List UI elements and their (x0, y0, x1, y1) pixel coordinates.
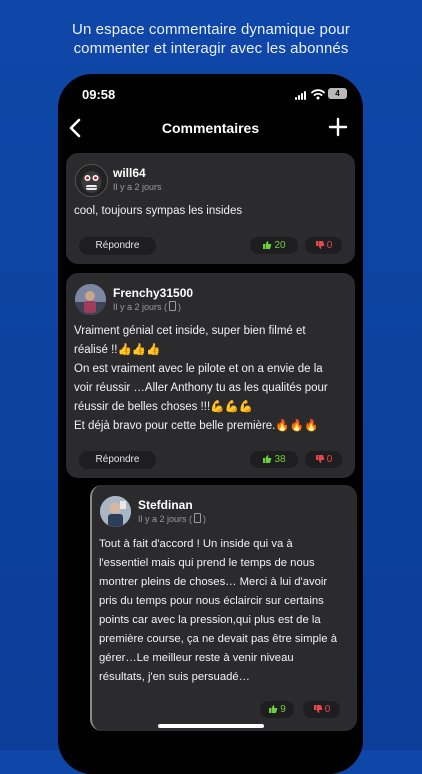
smartphone-icon (169, 301, 177, 311)
user-photo-icon (100, 496, 131, 527)
comment-line: On est vraiment avec le pilote et on a e… (74, 363, 323, 375)
comment-line: réussir de belles choses !!!💪💪💪 (74, 401, 254, 413)
comment-author[interactable]: will64 (113, 166, 146, 180)
promo-line-1: Un espace commentaire dynamique pour (72, 21, 350, 38)
gorilla-avatar-icon (76, 165, 107, 196)
avatar[interactable] (75, 284, 106, 315)
like-button[interactable]: 9 (260, 701, 294, 718)
comment-line: résultats, j'en suis persuadé… (99, 671, 250, 683)
promo-line-2: commenter et interagir avec les abonnés (73, 40, 349, 57)
home-indicator[interactable] (158, 724, 264, 728)
comment-line: montrer pleins de choses… Merci à lui d'… (99, 576, 328, 588)
page-title: Commentaires (161, 120, 260, 136)
comment-card: Frenchy31500 Il y a 2 jours () Vraiment … (66, 273, 355, 478)
thumbs-down-icon (313, 705, 323, 713)
thumbs-up-icon (269, 705, 278, 713)
comment-author[interactable]: Stefdinan (138, 498, 193, 512)
like-count: 20 (274, 240, 286, 251)
like-button[interactable]: 38 (250, 451, 298, 468)
dislike-count: 0 (324, 704, 331, 715)
comment-line: pris du temps pour nous éclaircir sur ce… (99, 595, 324, 607)
reply-button[interactable]: Répondre (79, 237, 156, 255)
comment-text: cool, toujours sympas les insides (74, 202, 349, 221)
wifi-icon (311, 89, 325, 100)
comment-text: Tout à fait d'accord ! Un inside qui va … (99, 535, 355, 687)
battery-icon: 4 (328, 88, 347, 99)
comment-line: Tout à fait d'accord ! Un inside qui va … (99, 538, 293, 550)
comment-line: gérer…Le meilleur reste à venir niveau (99, 652, 294, 664)
comment-time-text: Il y a 2 jours ( (138, 514, 193, 524)
avatar[interactable] (100, 496, 131, 527)
dislike-button[interactable]: 0 (303, 701, 340, 718)
thumbs-down-icon (315, 241, 325, 249)
dislike-button[interactable]: 0 (305, 237, 342, 254)
phone-frame: 09:58 4 Commentaires will64 Il y a 2 jou… (58, 74, 363, 774)
smartphone-icon (194, 513, 202, 523)
comment-time-text: Il y a 2 jours ( (113, 302, 168, 312)
comment-line: l'essentiel mais qui prend le temps de n… (99, 557, 315, 569)
cellular-signal-icon (295, 91, 307, 100)
thumbs-down-icon (315, 455, 325, 463)
nav-bar: Commentaires (58, 114, 363, 144)
status-time: 09:58 (82, 87, 116, 102)
avatar[interactable] (75, 164, 108, 197)
comment-line: cool, toujours sympas les insides (74, 205, 243, 217)
comment-line: réalisé !!👍👍👍 (74, 344, 161, 356)
user-photo-icon (75, 284, 106, 315)
promo-caption: Un espace commentaire dynamique pour com… (0, 20, 422, 58)
comment-time: Il y a 2 jours () (138, 513, 206, 524)
comment-time-text: Il y a 2 jours (113, 182, 162, 192)
comment-line: Vraiment génial cet inside, super bien f… (74, 325, 306, 337)
thumbs-up-icon (263, 455, 272, 463)
comment-line: première course, ça ne devait pas être s… (99, 633, 337, 645)
comment-card: will64 Il y a 2 jours cool, toujours sym… (66, 153, 355, 264)
comment-line: Et déjà bravo pour cette belle première.… (74, 420, 319, 432)
comment-text: Vraiment génial cet inside, super bien f… (74, 322, 352, 436)
dislike-count: 0 (326, 454, 333, 465)
comment-time: Il y a 2 jours (113, 182, 162, 192)
comment-time: Il y a 2 jours () (113, 301, 181, 312)
dislike-button[interactable]: 0 (305, 451, 342, 468)
comment-time-close: ) (203, 514, 207, 524)
thumbs-up-icon (263, 241, 272, 249)
like-count: 9 (280, 704, 286, 715)
dislike-count: 0 (326, 240, 333, 251)
comment-time-close: ) (178, 302, 182, 312)
like-button[interactable]: 20 (250, 237, 298, 254)
like-count: 38 (274, 454, 286, 465)
comment-line: voir réussir …Aller Anthony tu as les qu… (74, 382, 328, 394)
status-bar: 09:58 4 (58, 74, 363, 114)
comment-author[interactable]: Frenchy31500 (113, 286, 193, 300)
reply-button[interactable]: Répondre (79, 451, 156, 469)
reply-card: Stefdinan Il y a 2 jours () Tout à fait … (90, 485, 357, 731)
comment-line: points car avec la pression,qui plus est… (99, 614, 321, 626)
plus-icon[interactable] (328, 117, 348, 137)
